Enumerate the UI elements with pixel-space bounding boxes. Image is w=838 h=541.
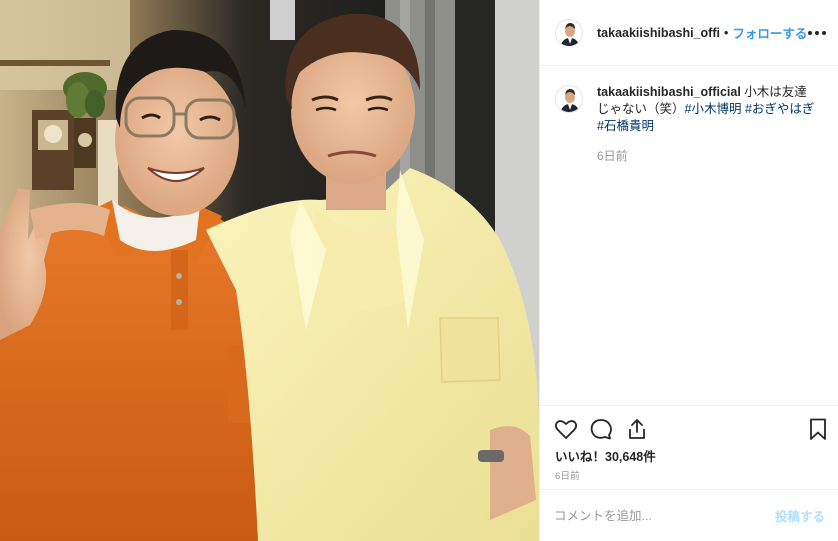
hashtag-link[interactable]: #おぎやはぎ (745, 102, 814, 116)
post-timestamp[interactable]: 6日前 (555, 468, 580, 482)
caption-body: takaakiishibashi_official 小木は友達じゃない（笑）#小… (597, 84, 817, 165)
bookmark-icon[interactable] (806, 417, 830, 441)
more-horizontal-icon[interactable] (807, 24, 827, 42)
hashtag-link[interactable]: #石橋貴明 (597, 119, 654, 133)
post-actions-bar (540, 405, 838, 445)
caption-avatar[interactable] (555, 85, 583, 113)
likes-count[interactable]: いいね！30,648件 (555, 446, 656, 465)
hashtag-link[interactable]: #小木博明 (685, 102, 742, 116)
caption-timestamp: 6日前 (597, 149, 628, 163)
header-username-link[interactable]: takaakiishibashi_offi (597, 26, 720, 40)
comment-icon[interactable] (589, 417, 613, 441)
heart-icon[interactable] (554, 417, 578, 441)
comment-input[interactable] (554, 508, 775, 523)
caption-username-link[interactable]: takaakiishibashi_official (597, 85, 741, 99)
header-separator-dot: • (723, 25, 729, 40)
post-caption: takaakiishibashi_official 小木は友達じゃない（笑）#小… (555, 84, 825, 165)
avatar[interactable] (555, 18, 583, 47)
follow-button[interactable]: フォローする (732, 23, 807, 42)
post-photo[interactable] (0, 0, 539, 541)
post-header: takaakiishibashi_offi • フォローする (540, 0, 838, 66)
comment-bar: 投稿する (540, 489, 838, 541)
post-comment-button[interactable]: 投稿する (775, 506, 825, 525)
post-side-panel: takaakiishibashi_offi • フォローする takaakiis… (539, 0, 838, 541)
share-icon[interactable] (625, 417, 649, 441)
